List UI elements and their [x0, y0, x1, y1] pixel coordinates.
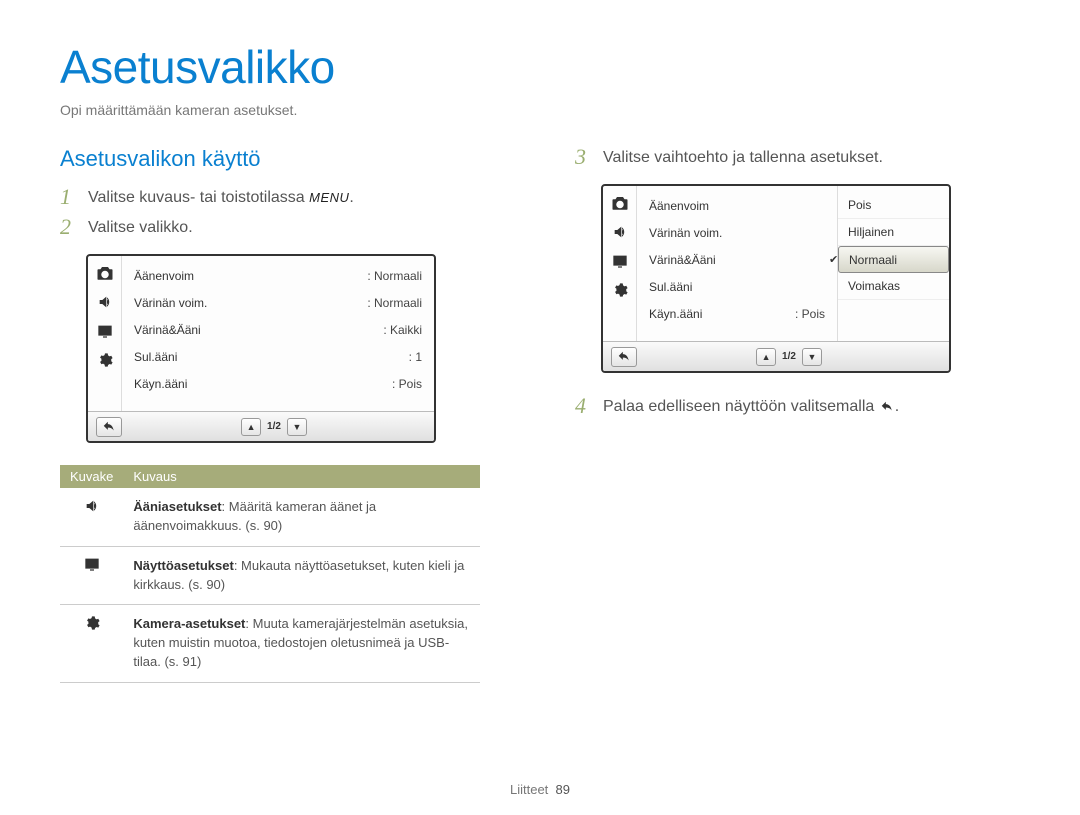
gear-icon[interactable] — [94, 349, 116, 371]
option-spacer — [838, 300, 949, 327]
menu-row[interactable]: Sul.ääni — [637, 273, 837, 300]
menu-row[interactable]: Käyn.ääni: Pois — [637, 300, 837, 327]
display-icon — [84, 559, 100, 574]
sound-icon — [84, 502, 100, 517]
camera-footer: ▲ 1/2 ▼ — [88, 411, 434, 441]
gear-icon — [84, 619, 100, 634]
step-2: 2 Valitse valikko. — [60, 216, 505, 238]
camera-ui-panel-a: Äänenvoim: Normaali Värinän voim.: Norma… — [86, 254, 436, 443]
step-3: 3 Valitse vaihtoehto ja tallenna asetuks… — [575, 146, 1020, 168]
step-text: Valitse valikko. — [88, 216, 193, 237]
menu-row[interactable]: Värinä&Ääni: Kaikki — [122, 316, 434, 343]
table-row: Näyttöasetukset: Mukauta näyttöasetukset… — [60, 546, 480, 605]
step-number: 4 — [575, 395, 593, 417]
gear-icon[interactable] — [609, 279, 631, 301]
option-item[interactable]: Pois — [838, 192, 949, 219]
page-title: Asetusvalikko — [60, 40, 1020, 94]
menu-word: MENU — [309, 190, 349, 205]
menu-row[interactable]: Värinä&Ääni — [637, 246, 837, 273]
step-number: 3 — [575, 146, 593, 168]
menu-row[interactable]: Äänenvoim — [637, 192, 837, 219]
description-table: Kuvake Kuvaus Ääniasetukset: Määritä kam… — [60, 465, 480, 683]
camera-menu-list: Äänenvoim: Normaali Värinän voim.: Norma… — [122, 256, 434, 411]
page-down-button[interactable]: ▼ — [802, 348, 822, 366]
display-icon[interactable] — [609, 250, 631, 272]
menu-row[interactable]: Värinän voim.: Normaali — [122, 289, 434, 316]
section-heading: Asetusvalikon käyttö — [60, 146, 505, 172]
menu-row[interactable]: Äänenvoim: Normaali — [122, 262, 434, 289]
sound-icon[interactable] — [94, 291, 116, 313]
step-4: 4 Palaa edelliseen näyttöön valitsemalla… — [575, 395, 1020, 417]
camera-options: Pois Hiljainen ✔Normaali Voimakas — [837, 186, 949, 341]
option-item[interactable]: Voimakas — [838, 273, 949, 300]
footer-label: Liitteet — [510, 782, 548, 797]
camera-icon[interactable] — [609, 192, 631, 214]
option-item-selected[interactable]: ✔Normaali — [838, 246, 949, 273]
back-button[interactable] — [96, 417, 122, 437]
camera-footer: ▲ 1/2 ▼ — [603, 341, 949, 371]
camera-sidebar — [88, 256, 122, 411]
page-indicator: 1/2 — [782, 351, 796, 362]
camera-menu-list: Äänenvoim Värinän voim. Värinä&Ääni Sul.… — [637, 186, 837, 341]
step-text: . — [349, 189, 353, 206]
table-row: Kamera-asetukset: Muuta kamerajärjestelm… — [60, 605, 480, 683]
page-subtitle: Opi määrittämään kameran asetukset. — [60, 102, 1020, 118]
page-indicator: 1/2 — [267, 421, 281, 432]
step-text: Valitse kuvaus- tai toistotilassa — [88, 189, 309, 206]
step-number: 1 — [60, 186, 78, 208]
page-up-button[interactable]: ▲ — [241, 418, 261, 436]
camera-sidebar — [603, 186, 637, 341]
back-button[interactable] — [611, 347, 637, 367]
table-header-desc: Kuvaus — [123, 465, 480, 488]
page-down-button[interactable]: ▼ — [287, 418, 307, 436]
return-icon — [879, 400, 895, 414]
sound-icon[interactable] — [609, 221, 631, 243]
table-row: Ääniasetukset: Määritä kameran äänet ja … — [60, 488, 480, 546]
display-icon[interactable] — [94, 320, 116, 342]
page-footer: Liitteet 89 — [0, 782, 1080, 797]
check-icon: ✔ — [829, 253, 838, 266]
camera-icon[interactable] — [94, 262, 116, 284]
camera-ui-panel-b: Äänenvoim Värinän voim. Värinä&Ääni Sul.… — [601, 184, 951, 373]
menu-row[interactable]: Sul.ääni: 1 — [122, 343, 434, 370]
option-item[interactable]: Hiljainen — [838, 219, 949, 246]
step-1: 1 Valitse kuvaus- tai toistotilassa MENU… — [60, 186, 505, 208]
step-text: Palaa edelliseen näyttöön valitsemalla — [603, 398, 879, 415]
menu-row[interactable]: Värinän voim. — [637, 219, 837, 246]
step-number: 2 — [60, 216, 78, 238]
footer-page-number: 89 — [556, 782, 570, 797]
page-up-button[interactable]: ▲ — [756, 348, 776, 366]
table-header-icon: Kuvake — [60, 465, 123, 488]
menu-row[interactable]: Käyn.ääni: Pois — [122, 370, 434, 397]
step-text: . — [895, 398, 899, 415]
step-text: Valitse vaihtoehto ja tallenna asetukset… — [603, 146, 883, 167]
